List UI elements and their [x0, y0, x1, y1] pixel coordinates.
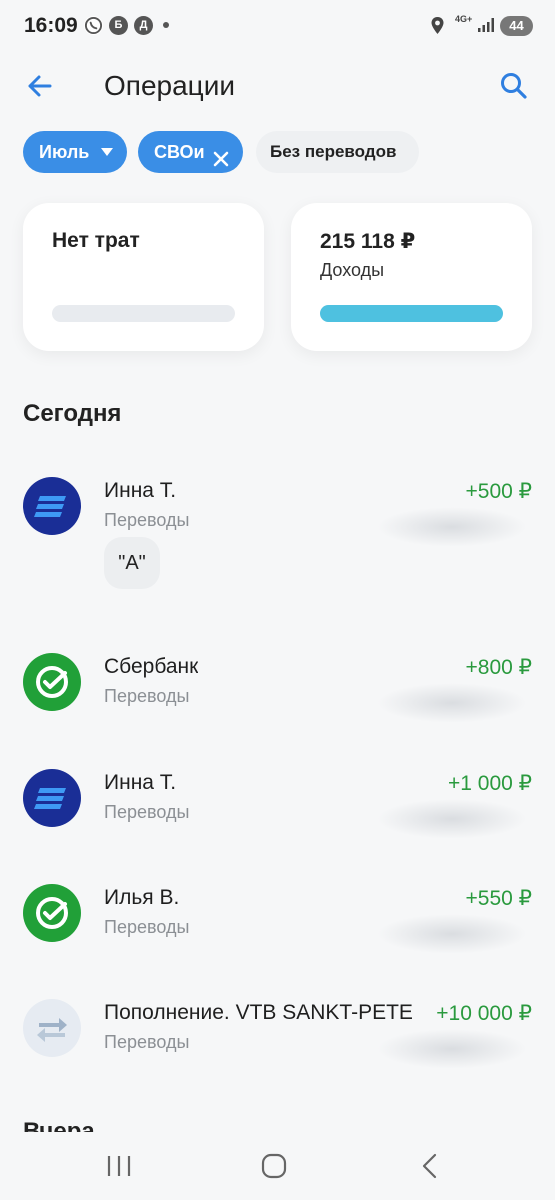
operation-row[interactable]: Инна Т. Переводы +1 000 ₽ — [0, 769, 555, 869]
redacted-area — [377, 1029, 527, 1069]
operation-name: Пополнение. VTB SANKT-PETE — [104, 1001, 413, 1024]
search-icon — [501, 73, 527, 99]
vtb-icon — [23, 769, 81, 827]
battery-icon: 44 — [500, 16, 533, 36]
redacted-area — [377, 799, 527, 839]
operation-category: Переводы — [104, 510, 190, 530]
location-icon — [430, 16, 445, 40]
income-bar — [320, 305, 503, 322]
b-icon: Б — [109, 16, 128, 35]
system-nav-bar — [0, 1138, 555, 1200]
redacted-area — [377, 507, 527, 547]
month-filter-chip[interactable]: Июль — [23, 131, 127, 173]
search-button[interactable] — [496, 68, 532, 104]
recent-apps-button[interactable] — [99, 1150, 139, 1182]
operation-name: Инна Т. — [104, 479, 177, 502]
sber-icon — [23, 653, 81, 711]
operation-row[interactable]: Сбербанк Переводы +800 ₽ — [0, 653, 555, 753]
section-header-today: Сегодня — [23, 400, 122, 427]
close-icon[interactable] — [211, 142, 231, 184]
income-card[interactable]: 215 118 ₽ Доходы — [291, 203, 532, 351]
operation-name: Сбербанк — [104, 655, 199, 678]
operation-row[interactable]: Инна Т. Переводы +500 ₽ "А" — [0, 477, 555, 589]
month-filter-label: Июль — [39, 142, 90, 162]
operation-category: Переводы — [104, 686, 190, 706]
operation-row[interactable]: Илья В. Переводы +550 ₽ — [0, 884, 555, 984]
income-label: Доходы — [320, 260, 385, 280]
back-nav-button[interactable] — [410, 1150, 450, 1182]
operation-name: Инна Т. — [104, 771, 177, 794]
operation-category: Переводы — [104, 1032, 190, 1052]
sber-icon — [23, 884, 81, 942]
operation-amount: +500 ₽ — [459, 479, 532, 504]
redacted-area — [377, 914, 527, 954]
notification-dot-icon — [163, 22, 169, 28]
operation-name: Илья В. — [104, 886, 180, 909]
operation-amount: +10 000 ₽ — [430, 1001, 532, 1026]
expenses-card[interactable]: Нет трат — [23, 203, 264, 351]
whatsapp-icon — [84, 16, 103, 35]
redacted-area — [377, 683, 527, 723]
signal-icon — [478, 18, 494, 37]
income-amount: 215 118 ₽ — [320, 230, 416, 253]
operation-category: Переводы — [104, 917, 190, 937]
operation-row[interactable]: Пополнение. VTB SANKT-PETE Переводы +10 … — [0, 999, 555, 1099]
network-indicator: 4G+ — [455, 14, 473, 24]
expenses-bar — [52, 305, 235, 322]
status-bar: 16:09 Б Д 4G+ 44 — [0, 0, 555, 52]
caret-down-icon — [101, 148, 113, 156]
operation-note: "А" — [104, 537, 160, 589]
home-icon — [261, 1153, 287, 1179]
d-icon: Д — [134, 16, 153, 35]
home-button[interactable] — [254, 1150, 294, 1182]
operation-category: Переводы — [104, 802, 190, 822]
income-bar-fill — [320, 305, 503, 322]
operation-amount: +800 ₽ — [459, 655, 532, 680]
operation-amount: +1 000 ₽ — [441, 771, 532, 796]
transfer-icon — [23, 999, 81, 1057]
back-button[interactable] — [22, 68, 58, 104]
app-header: Операции — [0, 58, 555, 114]
status-time: 16:09 — [24, 14, 78, 37]
chevron-left-icon — [422, 1153, 437, 1179]
expenses-label: Нет трат — [52, 229, 140, 252]
page-title: Операции — [104, 70, 235, 101]
recent-apps-icon — [107, 1156, 131, 1176]
svoi-filter-chip[interactable]: СВОи — [138, 131, 243, 173]
section-header-yesterday: Вчера — [23, 1118, 95, 1132]
svoi-filter-label: СВОи — [154, 142, 205, 162]
vtb-icon — [23, 477, 81, 535]
arrow-left-icon — [28, 75, 52, 97]
operation-amount: +550 ₽ — [459, 886, 532, 911]
no-transfers-filter-chip[interactable]: Без переводов — [256, 131, 419, 173]
